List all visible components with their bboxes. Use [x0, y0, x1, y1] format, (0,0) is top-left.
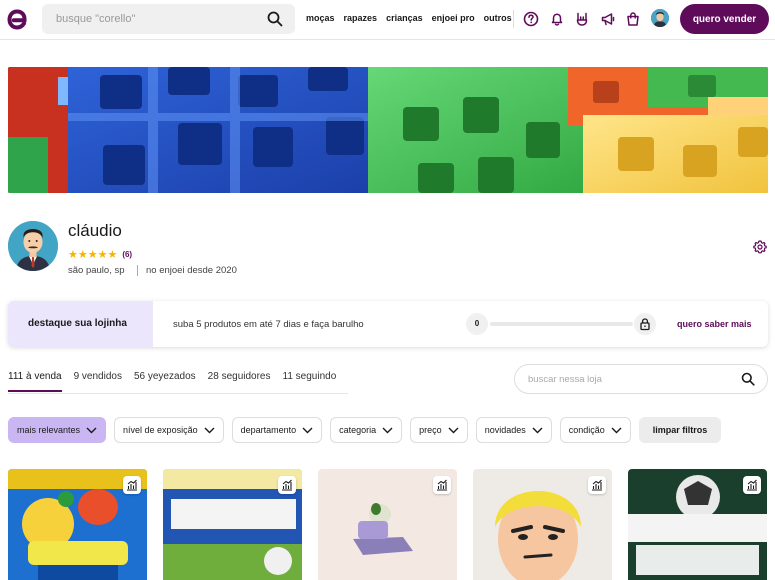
main-nav: moças rapazes crianças enjoei pro outros — [306, 13, 521, 23]
filter-label: condição — [568, 425, 605, 435]
profile-avatar-image — [8, 221, 58, 271]
sell-button[interactable]: quero vender — [680, 4, 769, 34]
rating-stars: ★★★★★ — [68, 249, 118, 261]
bell-icon[interactable] — [549, 11, 565, 27]
nav-mocas[interactable]: moças — [306, 13, 335, 23]
nav-criancas[interactable]: crianças — [386, 13, 423, 23]
trending-chart-icon — [592, 479, 602, 491]
chevron-down-icon — [86, 427, 97, 433]
profile-divider — [137, 265, 138, 276]
filter-label: mais relevantes — [17, 425, 81, 435]
enjoei-logo[interactable] — [6, 6, 28, 32]
boost-badge[interactable] — [588, 476, 606, 494]
lock-icon — [640, 318, 650, 331]
profile-name: cláudio — [68, 221, 122, 240]
filter-exposure-level[interactable]: nível de exposição — [114, 417, 224, 443]
profile-rating[interactable]: ★★★★★ (6) — [68, 248, 132, 261]
trending-chart-icon — [127, 479, 137, 491]
tab-for-sale[interactable]: 111 à venda — [8, 371, 62, 392]
clear-filters-button[interactable]: limpar filtros — [638, 417, 722, 443]
chevron-down-icon — [204, 427, 215, 433]
filter-bar: mais relevantes nível de exposição depar… — [8, 417, 729, 443]
boost-badge[interactable] — [743, 476, 761, 494]
tabs-underline — [8, 393, 348, 394]
filter-label: novidades — [484, 425, 526, 435]
profile-location: são paulo, sp — [68, 265, 125, 276]
store-search-bar[interactable] — [514, 364, 768, 394]
progress-lock — [634, 313, 656, 335]
chevron-down-icon — [302, 427, 313, 433]
boost-badge[interactable] — [433, 476, 451, 494]
product-card[interactable] — [473, 469, 612, 580]
trending-chart-icon — [282, 479, 292, 491]
chevron-down-icon — [532, 427, 543, 433]
filter-label: nível de exposição — [123, 425, 198, 435]
product-card[interactable] — [8, 469, 147, 580]
banner-image — [8, 67, 768, 193]
megaphone-icon[interactable] — [600, 11, 616, 27]
filter-condition[interactable]: condição — [559, 417, 631, 443]
nav-rapazes[interactable]: rapazes — [344, 13, 378, 23]
user-avatar-image — [651, 9, 669, 27]
nav-enjoei-pro[interactable]: enjoei pro — [432, 13, 475, 23]
product-card[interactable] — [628, 469, 767, 580]
search-icon[interactable] — [267, 11, 283, 27]
tab-liked[interactable]: 56 yeyezados — [134, 371, 196, 392]
help-icon[interactable] — [523, 11, 539, 27]
boost-badge[interactable] — [123, 476, 141, 494]
nav-outros[interactable]: outros — [484, 13, 512, 23]
filter-label: categoria — [339, 425, 377, 435]
search-input[interactable] — [56, 4, 256, 34]
highlight-title: destaque sua lojinha — [28, 318, 127, 329]
progress-bar — [490, 322, 633, 326]
header-divider — [513, 10, 514, 28]
search-bar[interactable] — [42, 4, 295, 34]
filter-label: preço — [419, 425, 442, 435]
chevron-down-icon — [611, 427, 622, 433]
profile-banner — [8, 67, 768, 193]
settings-gear-icon[interactable] — [753, 240, 767, 254]
rock-hand-icon[interactable] — [574, 11, 590, 27]
user-avatar[interactable] — [651, 9, 669, 27]
tab-followers[interactable]: 28 seguidores — [208, 371, 271, 392]
tab-following[interactable]: 11 seguindo — [283, 371, 337, 392]
progress-counter: 0 — [466, 313, 488, 335]
filter-new-arrivals[interactable]: novidades — [475, 417, 552, 443]
store-tabs: 111 à venda 9 vendidos 56 yeyezados 28 s… — [8, 371, 348, 392]
chevron-down-icon — [382, 427, 393, 433]
learn-more-link[interactable]: quero saber mais — [677, 319, 752, 329]
chevron-down-icon — [448, 427, 459, 433]
filter-category[interactable]: categoria — [330, 417, 403, 443]
top-header: moças rapazes crianças enjoei pro outros… — [0, 0, 775, 40]
highlight-store-panel: destaque sua lojinha suba 5 produtos em … — [8, 301, 768, 347]
trending-chart-icon — [437, 479, 447, 491]
tab-sold[interactable]: 9 vendidos — [74, 371, 122, 392]
filter-department[interactable]: departamento — [231, 417, 323, 443]
product-card[interactable] — [318, 469, 457, 580]
search-icon[interactable] — [741, 372, 755, 386]
profile-avatar — [8, 221, 58, 271]
filter-label: departamento — [240, 425, 297, 435]
filter-sort[interactable]: mais relevantes — [8, 417, 107, 443]
boost-badge[interactable] — [278, 476, 296, 494]
store-search-input[interactable] — [528, 365, 728, 393]
highlight-title-area: destaque sua lojinha — [8, 301, 153, 347]
profile-member-since: no enjoei desde 2020 — [146, 265, 237, 276]
product-card[interactable] — [163, 469, 302, 580]
rating-count[interactable]: (6) — [122, 250, 132, 259]
highlight-description: suba 5 produtos em até 7 dias e faça bar… — [173, 319, 364, 330]
shopping-bag-icon[interactable] — [625, 11, 641, 27]
trending-chart-icon — [747, 479, 757, 491]
filter-price[interactable]: preço — [410, 417, 468, 443]
